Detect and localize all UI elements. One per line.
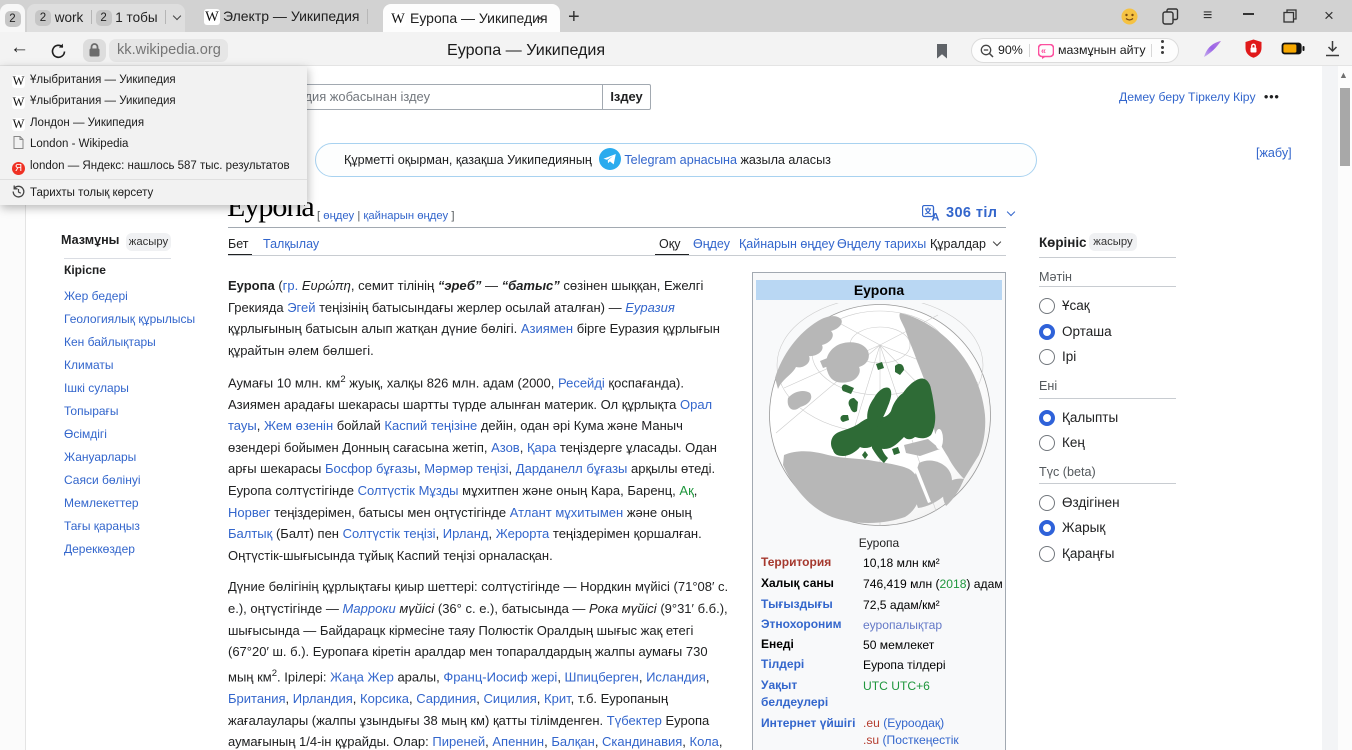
svg-text:«: « (1041, 45, 1046, 55)
svg-text:A: A (932, 212, 940, 222)
